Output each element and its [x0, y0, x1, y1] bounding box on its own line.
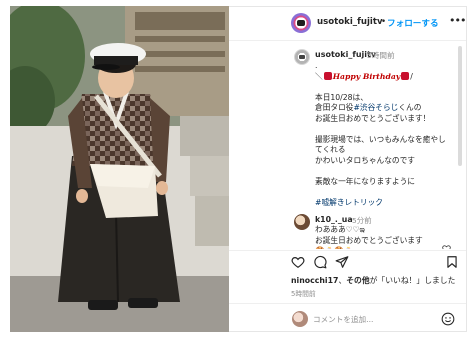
header-separator: • [381, 17, 387, 27]
bday-prefix: ＼ [315, 71, 323, 81]
caption-line-dot: . [315, 61, 318, 70]
show-hashtag-link[interactable]: #嘘解きレトリック [315, 198, 461, 209]
action-bar [229, 250, 466, 272]
caption-line-1: 本日10/28は、 [315, 92, 368, 102]
comment-line-1: わあああ♡♡ఇ [315, 225, 365, 234]
instagram-embed: usotoki_fujitv • フォローする ••• usotoki_fuji… [0, 0, 474, 342]
post-timestamp: 5時間前 [291, 290, 316, 298]
post-side-panel: usotoki_fujitv • フォローする ••• usotoki_fuji… [229, 6, 467, 332]
caption-text: . ＼ Happy Birthday / 本日10/28は、 倉田タロ役#渋谷そらじ… [315, 61, 461, 208]
comment-like-heart-icon[interactable] [442, 244, 451, 249]
post-header: usotoki_fujitv • フォローする ••• [229, 7, 466, 41]
liker-username[interactable]: ninocchi17 [291, 276, 338, 285]
more-icon[interactable]: ••• [449, 14, 466, 27]
commenter-avatar[interactable] [294, 214, 310, 230]
red-emoji-icon [323, 71, 332, 80]
red-emoji-icon [401, 71, 410, 80]
comments-scroll-area[interactable]: usotoki_fujitv 5時間前 . ＼ Happy Birthday / 本… [229, 42, 466, 249]
caption-line-5: てくれる [315, 145, 346, 154]
likes-summary: ninocchi17、その他が「いいね！」しました [291, 275, 455, 286]
caption-line-3: お誕生日おめでとうございます！ [315, 113, 431, 123]
follow-button[interactable]: フォローする [387, 17, 439, 29]
caption-line-6: かわいいタロちゃんなのです [315, 155, 415, 165]
caption-line-2: 倉田タロ役#渋谷そらじくんの [315, 103, 461, 114]
caption-line-4: 撮影現場では、いつもみんなを癒やし [315, 134, 446, 144]
boy-in-hakama-photo [10, 6, 229, 332]
caption-birthday-line: ＼ Happy Birthday / [315, 71, 461, 83]
account-avatar[interactable] [291, 13, 311, 33]
caption-avatar[interactable] [294, 49, 310, 65]
comment-icon[interactable] [313, 255, 327, 269]
post-photo[interactable] [10, 6, 229, 332]
heart-icon[interactable] [291, 255, 305, 269]
bookmark-icon[interactable] [445, 255, 459, 269]
comment-input[interactable] [313, 312, 433, 326]
add-comment-bar [229, 303, 466, 331]
likes-others-link[interactable]: その他 [346, 276, 369, 285]
caption-line-2a: 倉田タロ役 [315, 103, 354, 112]
share-icon[interactable] [335, 255, 349, 269]
bday-suffix: / [410, 71, 413, 81]
caption-line-7: 素敵な一年になりますように [315, 176, 415, 186]
scrollbar[interactable] [458, 46, 462, 166]
caption-line-2b: くんの [398, 103, 422, 112]
likes-tail: が「いいね！」しました [369, 276, 456, 285]
viewer-avatar [292, 311, 308, 327]
caption-time: 5時間前 [367, 51, 395, 60]
actor-hashtag-link[interactable]: #渋谷そらじ [353, 103, 398, 112]
emoji-icon[interactable] [441, 312, 455, 326]
happy-birthday-text: Happy Birthday [332, 71, 401, 81]
commenter-username[interactable]: k10_._ua [315, 215, 353, 224]
header-username[interactable]: usotoki_fujitv [317, 17, 383, 27]
